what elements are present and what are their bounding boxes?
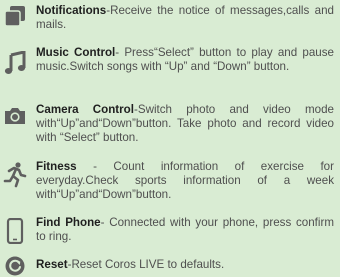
feature-description: Notifications-Receive the notice of mess… bbox=[36, 4, 334, 32]
phone-icon bbox=[2, 218, 28, 244]
notifications-icon bbox=[2, 4, 28, 28]
camera-icon bbox=[2, 105, 28, 127]
feature-title: Reset bbox=[36, 258, 68, 271]
feature-title: Fitness bbox=[36, 160, 77, 173]
feature-description: Fitness - Count information of exercise … bbox=[36, 160, 334, 202]
feature-title: Camera Control bbox=[36, 103, 134, 116]
feature-title: Music Control bbox=[36, 46, 116, 59]
reset-icon bbox=[2, 256, 28, 276]
feature-text: - Count information of exercise for ever… bbox=[36, 160, 334, 201]
feature-description: Camera Control-Switch photo and video mo… bbox=[36, 103, 334, 145]
feature-description: Music Control- Press“Select” button to p… bbox=[36, 46, 334, 74]
feature-description: Find Phone- Connected with your phone, p… bbox=[36, 216, 334, 244]
feature-title: Find Phone bbox=[36, 216, 101, 229]
feature-text: -Reset Coros LIVE to defaults. bbox=[67, 258, 225, 271]
music-note-icon bbox=[2, 50, 28, 76]
feature-description: Reset-Reset Coros LIVE to defaults. bbox=[36, 258, 334, 272]
feature-title: Notifications bbox=[36, 4, 107, 17]
running-person-icon bbox=[2, 162, 28, 188]
